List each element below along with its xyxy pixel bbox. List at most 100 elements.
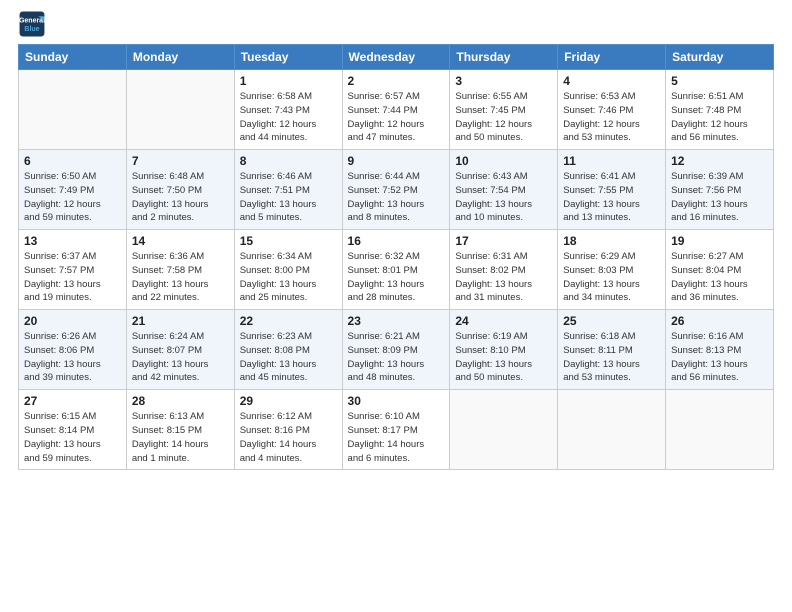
day-info: Sunrise: 6:10 AM Sunset: 8:17 PM Dayligh… bbox=[348, 410, 445, 465]
day-info: Sunrise: 6:57 AM Sunset: 7:44 PM Dayligh… bbox=[348, 90, 445, 145]
day-info: Sunrise: 6:19 AM Sunset: 8:10 PM Dayligh… bbox=[455, 330, 552, 385]
day-number: 24 bbox=[455, 314, 552, 328]
day-number: 25 bbox=[563, 314, 660, 328]
day-info: Sunrise: 6:46 AM Sunset: 7:51 PM Dayligh… bbox=[240, 170, 337, 225]
calendar-cell bbox=[19, 70, 127, 150]
calendar-cell bbox=[126, 70, 234, 150]
calendar-cell: 2 Sunrise: 6:57 AM Sunset: 7:44 PM Daylig… bbox=[342, 70, 450, 150]
weekday-monday: Monday bbox=[126, 45, 234, 70]
calendar-cell: 18 Sunrise: 6:29 AM Sunset: 8:03 PM Dayli… bbox=[558, 230, 666, 310]
day-info: Sunrise: 6:32 AM Sunset: 8:01 PM Dayligh… bbox=[348, 250, 445, 305]
day-info: Sunrise: 6:31 AM Sunset: 8:02 PM Dayligh… bbox=[455, 250, 552, 305]
day-number: 21 bbox=[132, 314, 229, 328]
calendar-cell: 12 Sunrise: 6:39 AM Sunset: 7:56 PM Dayli… bbox=[666, 150, 774, 230]
day-info: Sunrise: 6:18 AM Sunset: 8:11 PM Dayligh… bbox=[563, 330, 660, 385]
day-number: 1 bbox=[240, 74, 337, 88]
day-number: 7 bbox=[132, 154, 229, 168]
calendar-cell bbox=[450, 390, 558, 470]
day-info: Sunrise: 6:16 AM Sunset: 8:13 PM Dayligh… bbox=[671, 330, 768, 385]
day-info: Sunrise: 6:34 AM Sunset: 8:00 PM Dayligh… bbox=[240, 250, 337, 305]
weekday-saturday: Saturday bbox=[666, 45, 774, 70]
day-number: 11 bbox=[563, 154, 660, 168]
calendar-cell: 17 Sunrise: 6:31 AM Sunset: 8:02 PM Dayli… bbox=[450, 230, 558, 310]
calendar-cell: 20 Sunrise: 6:26 AM Sunset: 8:06 PM Dayli… bbox=[19, 310, 127, 390]
svg-text:General: General bbox=[19, 17, 45, 24]
day-info: Sunrise: 6:44 AM Sunset: 7:52 PM Dayligh… bbox=[348, 170, 445, 225]
day-number: 20 bbox=[24, 314, 121, 328]
calendar-cell: 28 Sunrise: 6:13 AM Sunset: 8:15 PM Dayli… bbox=[126, 390, 234, 470]
day-info: Sunrise: 6:27 AM Sunset: 8:04 PM Dayligh… bbox=[671, 250, 768, 305]
day-number: 22 bbox=[240, 314, 337, 328]
day-info: Sunrise: 6:15 AM Sunset: 8:14 PM Dayligh… bbox=[24, 410, 121, 465]
calendar-cell bbox=[558, 390, 666, 470]
day-info: Sunrise: 6:43 AM Sunset: 7:54 PM Dayligh… bbox=[455, 170, 552, 225]
day-info: Sunrise: 6:48 AM Sunset: 7:50 PM Dayligh… bbox=[132, 170, 229, 225]
logo-icon: General Blue bbox=[18, 10, 46, 38]
day-info: Sunrise: 6:23 AM Sunset: 8:08 PM Dayligh… bbox=[240, 330, 337, 385]
calendar-cell: 8 Sunrise: 6:46 AM Sunset: 7:51 PM Daylig… bbox=[234, 150, 342, 230]
weekday-wednesday: Wednesday bbox=[342, 45, 450, 70]
day-number: 13 bbox=[24, 234, 121, 248]
day-number: 5 bbox=[671, 74, 768, 88]
day-info: Sunrise: 6:36 AM Sunset: 7:58 PM Dayligh… bbox=[132, 250, 229, 305]
day-number: 14 bbox=[132, 234, 229, 248]
day-info: Sunrise: 6:26 AM Sunset: 8:06 PM Dayligh… bbox=[24, 330, 121, 385]
calendar-cell: 30Sunrise: 6:10 AM Sunset: 8:17 PM Dayli… bbox=[342, 390, 450, 470]
day-info: Sunrise: 6:53 AM Sunset: 7:46 PM Dayligh… bbox=[563, 90, 660, 145]
weekday-thursday: Thursday bbox=[450, 45, 558, 70]
day-number: 26 bbox=[671, 314, 768, 328]
day-number: 19 bbox=[671, 234, 768, 248]
calendar-cell: 15Sunrise: 6:34 AM Sunset: 8:00 PM Dayli… bbox=[234, 230, 342, 310]
week-row-3: 13 Sunrise: 6:37 AM Sunset: 7:57 PM Dayli… bbox=[19, 230, 774, 310]
day-info: Sunrise: 6:51 AM Sunset: 7:48 PM Dayligh… bbox=[671, 90, 768, 145]
week-row-1: 1 Sunrise: 6:58 AM Sunset: 7:43 PM Daylig… bbox=[19, 70, 774, 150]
calendar-cell bbox=[666, 390, 774, 470]
day-info: Sunrise: 6:55 AM Sunset: 7:45 PM Dayligh… bbox=[455, 90, 552, 145]
day-number: 17 bbox=[455, 234, 552, 248]
day-info: Sunrise: 6:41 AM Sunset: 7:55 PM Dayligh… bbox=[563, 170, 660, 225]
calendar-cell: 27Sunrise: 6:15 AM Sunset: 8:14 PM Dayli… bbox=[19, 390, 127, 470]
week-row-2: 6 Sunrise: 6:50 AM Sunset: 7:49 PM Daylig… bbox=[19, 150, 774, 230]
week-row-5: 27Sunrise: 6:15 AM Sunset: 8:14 PM Dayli… bbox=[19, 390, 774, 470]
calendar-cell: 14 Sunrise: 6:36 AM Sunset: 7:58 PM Dayli… bbox=[126, 230, 234, 310]
day-number: 9 bbox=[348, 154, 445, 168]
day-info: Sunrise: 6:21 AM Sunset: 8:09 PM Dayligh… bbox=[348, 330, 445, 385]
day-number: 18 bbox=[563, 234, 660, 248]
day-number: 23 bbox=[348, 314, 445, 328]
day-info: Sunrise: 6:13 AM Sunset: 8:15 PM Dayligh… bbox=[132, 410, 229, 465]
calendar-cell: 7 Sunrise: 6:48 AM Sunset: 7:50 PM Daylig… bbox=[126, 150, 234, 230]
calendar-cell: 29Sunrise: 6:12 AM Sunset: 8:16 PM Dayli… bbox=[234, 390, 342, 470]
week-row-4: 20 Sunrise: 6:26 AM Sunset: 8:06 PM Dayli… bbox=[19, 310, 774, 390]
calendar-cell: 11 Sunrise: 6:41 AM Sunset: 7:55 PM Dayli… bbox=[558, 150, 666, 230]
header: General Blue bbox=[18, 10, 774, 38]
day-info: Sunrise: 6:24 AM Sunset: 8:07 PM Dayligh… bbox=[132, 330, 229, 385]
day-number: 28 bbox=[132, 394, 229, 408]
day-number: 3 bbox=[455, 74, 552, 88]
day-info: Sunrise: 6:37 AM Sunset: 7:57 PM Dayligh… bbox=[24, 250, 121, 305]
calendar-cell: 26 Sunrise: 6:16 AM Sunset: 8:13 PM Dayli… bbox=[666, 310, 774, 390]
calendar-cell: 10Sunrise: 6:43 AM Sunset: 7:54 PM Dayli… bbox=[450, 150, 558, 230]
day-info: Sunrise: 6:58 AM Sunset: 7:43 PM Dayligh… bbox=[240, 90, 337, 145]
calendar-cell: 9 Sunrise: 6:44 AM Sunset: 7:52 PM Daylig… bbox=[342, 150, 450, 230]
day-number: 12 bbox=[671, 154, 768, 168]
day-number: 8 bbox=[240, 154, 337, 168]
day-number: 4 bbox=[563, 74, 660, 88]
calendar-cell: 13 Sunrise: 6:37 AM Sunset: 7:57 PM Dayli… bbox=[19, 230, 127, 310]
weekday-sunday: Sunday bbox=[19, 45, 127, 70]
day-info: Sunrise: 6:29 AM Sunset: 8:03 PM Dayligh… bbox=[563, 250, 660, 305]
day-info: Sunrise: 6:39 AM Sunset: 7:56 PM Dayligh… bbox=[671, 170, 768, 225]
svg-text:Blue: Blue bbox=[24, 26, 39, 33]
day-info: Sunrise: 6:50 AM Sunset: 7:49 PM Dayligh… bbox=[24, 170, 121, 225]
calendar-table: SundayMondayTuesdayWednesdayThursdayFrid… bbox=[18, 44, 774, 470]
day-info: Sunrise: 6:12 AM Sunset: 8:16 PM Dayligh… bbox=[240, 410, 337, 465]
calendar-cell: 4 Sunrise: 6:53 AM Sunset: 7:46 PM Daylig… bbox=[558, 70, 666, 150]
page: General Blue SundayMondayTuesdayWednesda… bbox=[0, 0, 792, 612]
calendar-cell: 1 Sunrise: 6:58 AM Sunset: 7:43 PM Daylig… bbox=[234, 70, 342, 150]
day-number: 6 bbox=[24, 154, 121, 168]
day-number: 16 bbox=[348, 234, 445, 248]
weekday-header-row: SundayMondayTuesdayWednesdayThursdayFrid… bbox=[19, 45, 774, 70]
calendar-cell: 6 Sunrise: 6:50 AM Sunset: 7:49 PM Daylig… bbox=[19, 150, 127, 230]
day-number: 2 bbox=[348, 74, 445, 88]
logo: General Blue bbox=[18, 10, 46, 38]
calendar-cell: 16 Sunrise: 6:32 AM Sunset: 8:01 PM Dayli… bbox=[342, 230, 450, 310]
